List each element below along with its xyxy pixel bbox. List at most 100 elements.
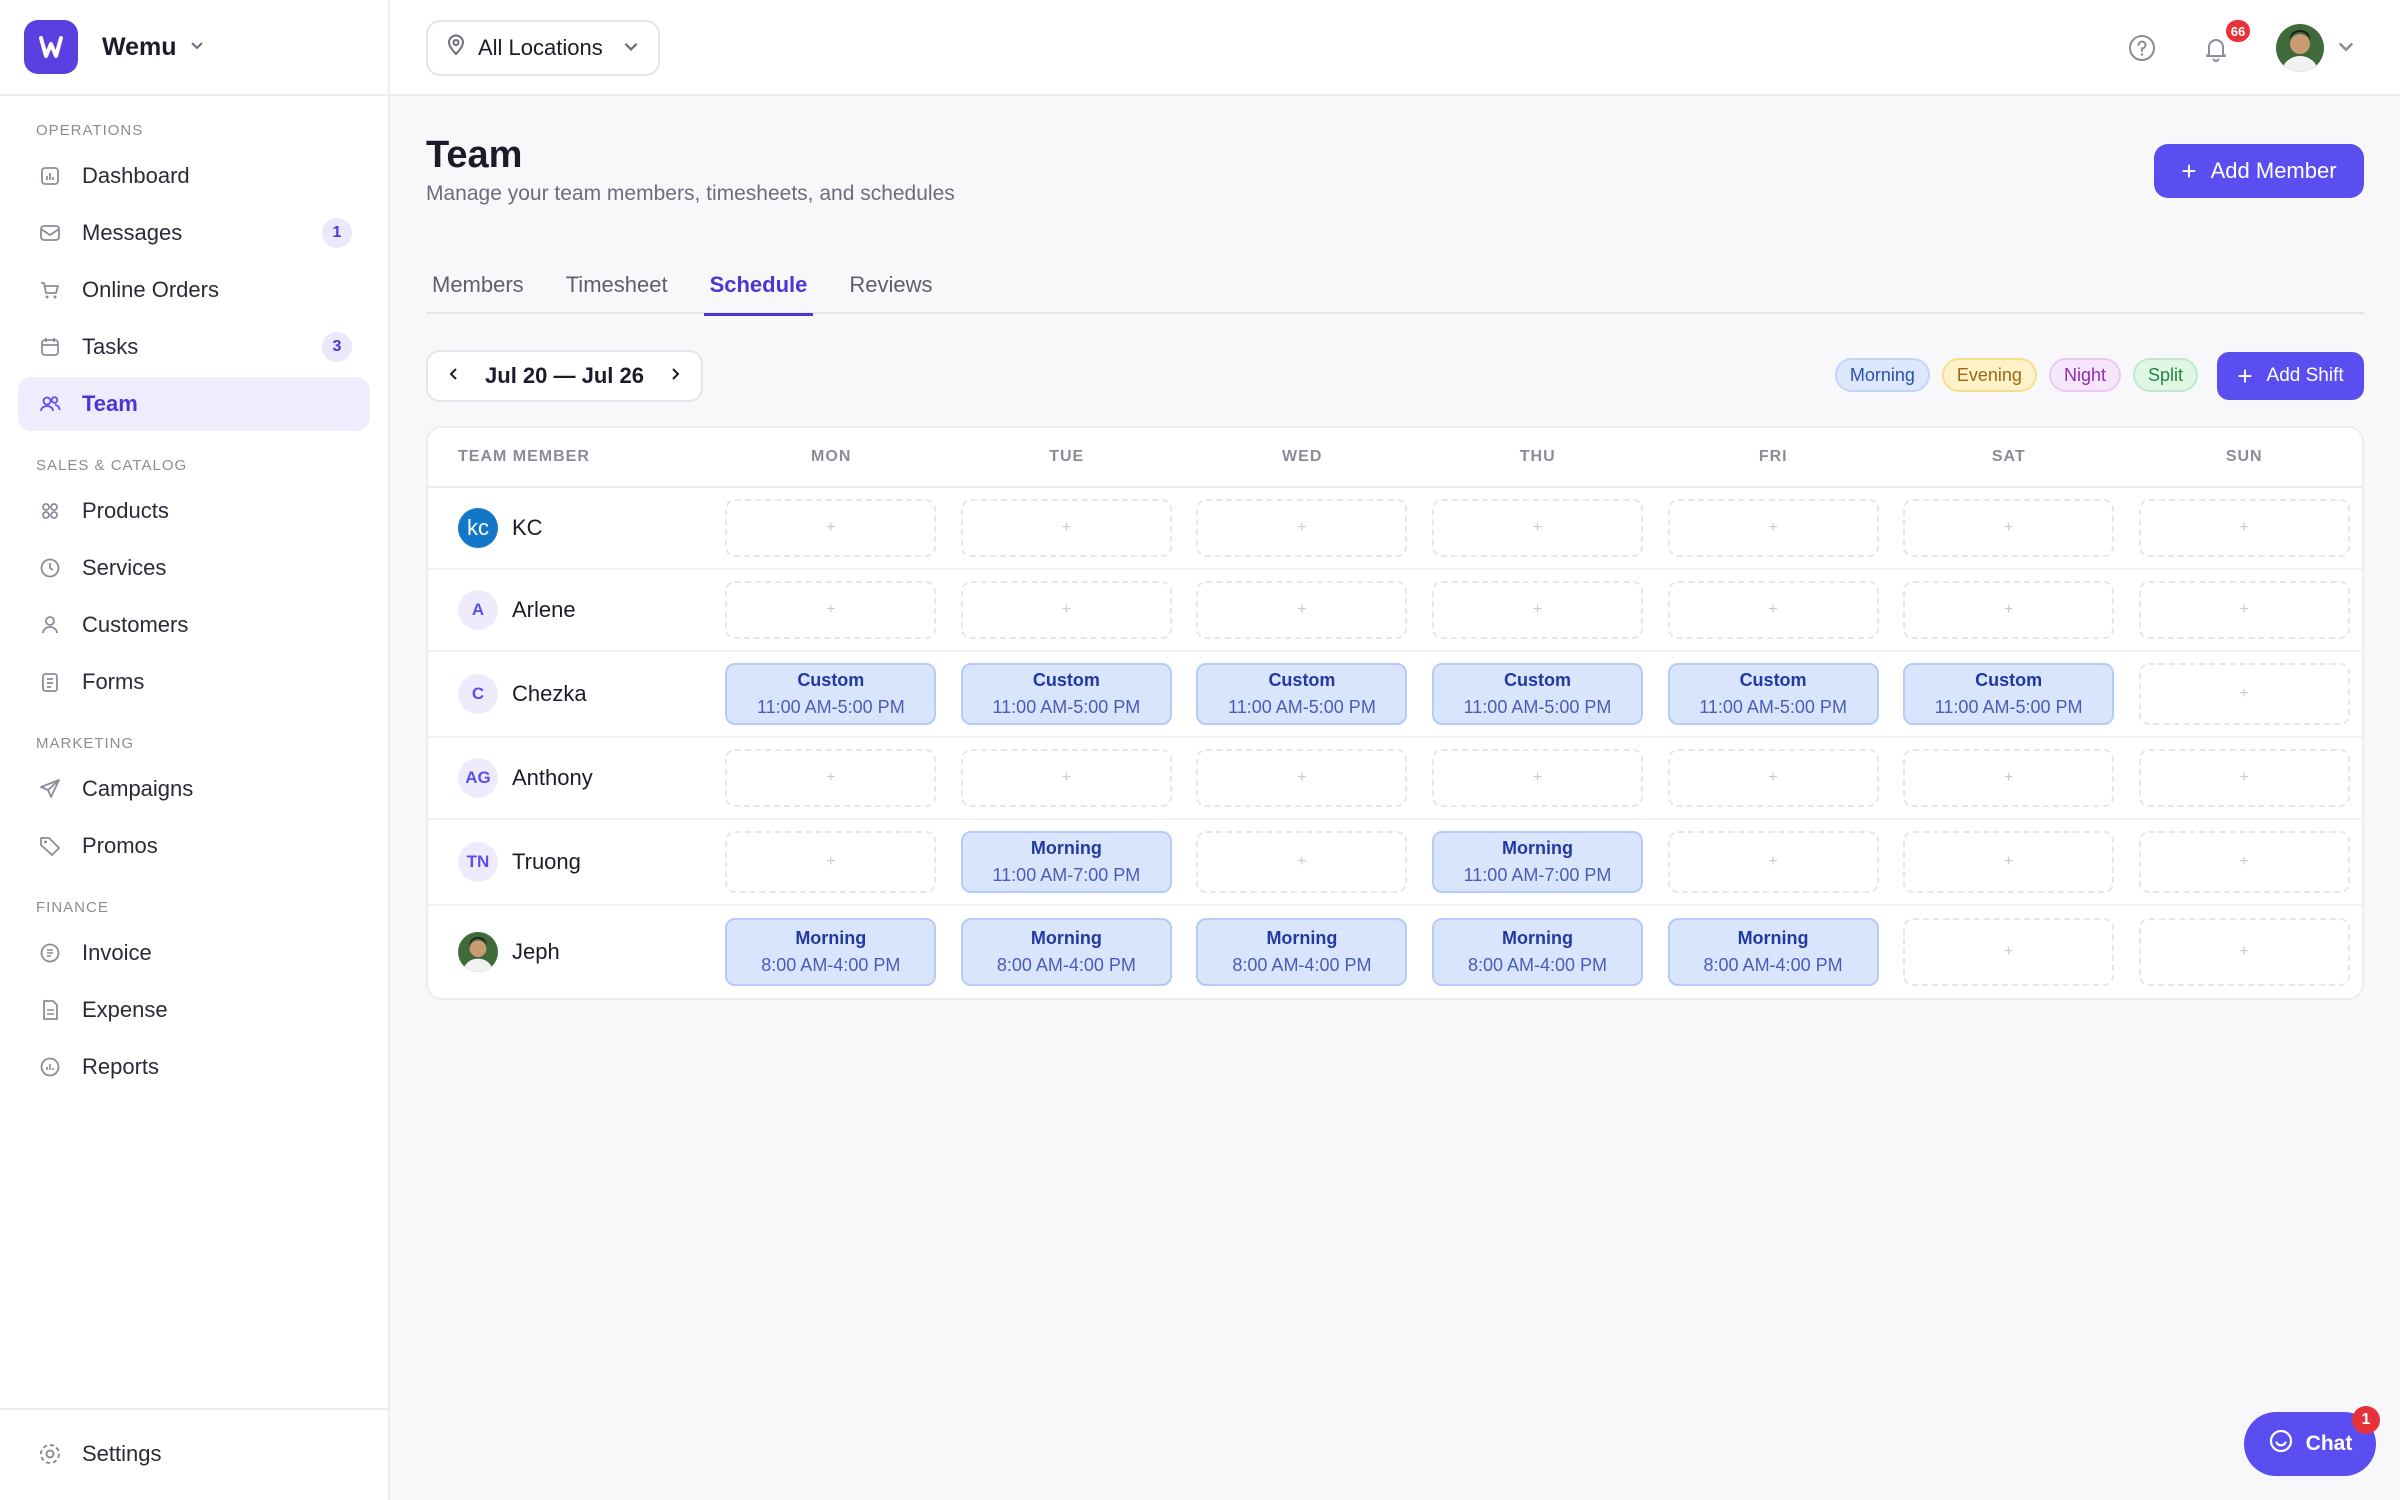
- tab-bar: Members Timesheet Schedule Reviews: [426, 256, 2364, 316]
- team-member-cell: A Arlene: [428, 590, 713, 630]
- sidebar-item-campaigns[interactable]: Campaigns: [18, 762, 370, 816]
- empty-shift-cell[interactable]: +: [1196, 581, 1408, 639]
- shift-cell[interactable]: Morning 8:00 AM-4:00 PM: [725, 918, 937, 986]
- sidebar-item-label: Invoice: [82, 940, 152, 965]
- shift-type: Custom: [1739, 670, 1807, 690]
- avatar: C: [458, 674, 498, 714]
- shift-cell[interactable]: Custom 11:00 AM-5:00 PM: [1667, 663, 1879, 725]
- sidebar-item-dashboard[interactable]: Dashboard: [18, 149, 370, 203]
- sidebar-item-label: Team: [82, 391, 138, 416]
- shift-cell[interactable]: Custom 11:00 AM-5:00 PM: [960, 663, 1172, 725]
- shift-type: Morning: [1737, 928, 1809, 948]
- shift-cell[interactable]: Morning 11:00 AM-7:00 PM: [960, 831, 1172, 893]
- sidebar-item-label: Forms: [82, 669, 145, 694]
- empty-shift-cell[interactable]: +: [1667, 831, 1879, 893]
- sidebar-item-promos[interactable]: Promos: [18, 819, 370, 873]
- sidebar-item-label: Customers: [82, 612, 189, 637]
- tab-schedule[interactable]: Schedule: [703, 256, 814, 316]
- empty-shift-cell[interactable]: +: [1667, 749, 1879, 807]
- empty-shift-cell[interactable]: +: [1432, 749, 1643, 807]
- empty-shift-cell[interactable]: +: [1196, 831, 1408, 893]
- sidebar-item-team[interactable]: Team: [18, 377, 370, 431]
- team-member-cell: kc KC: [428, 508, 713, 548]
- shift-cell[interactable]: Morning 8:00 AM-4:00 PM: [1667, 918, 1879, 986]
- empty-shift-cell[interactable]: +: [960, 581, 1172, 639]
- sidebar-item-customers[interactable]: Customers: [18, 598, 370, 652]
- sidebar-item-label: Products: [82, 498, 169, 523]
- shift-cell[interactable]: Custom 11:00 AM-5:00 PM: [725, 663, 937, 725]
- add-member-button[interactable]: + Add Member: [2154, 144, 2364, 198]
- empty-shift-cell[interactable]: +: [2138, 663, 2350, 725]
- shift-cell[interactable]: Morning 8:00 AM-4:00 PM: [960, 918, 1172, 986]
- empty-shift-cell[interactable]: +: [2138, 918, 2350, 986]
- empty-shift-cell[interactable]: +: [1903, 831, 2115, 893]
- empty-shift-cell[interactable]: +: [1196, 749, 1408, 807]
- empty-shift-cell[interactable]: +: [725, 831, 937, 893]
- plus-icon: +: [1768, 769, 1778, 786]
- empty-shift-cell[interactable]: +: [1432, 581, 1643, 639]
- chevron-down-icon[interactable]: [2336, 36, 2356, 61]
- location-select[interactable]: All Locations: [426, 20, 660, 76]
- plus-icon: +: [1297, 519, 1307, 536]
- empty-shift-cell[interactable]: +: [1903, 749, 2115, 807]
- sidebar-item-forms[interactable]: Forms: [18, 655, 370, 709]
- shift-time: 11:00 AM-5:00 PM: [1699, 697, 1847, 717]
- shift-time: 8:00 AM-4:00 PM: [1703, 955, 1843, 975]
- empty-shift-cell[interactable]: +: [1667, 499, 1879, 557]
- sidebar-item-online-orders[interactable]: Online Orders: [18, 263, 370, 317]
- shift-cell[interactable]: Custom 11:00 AM-5:00 PM: [1432, 663, 1643, 725]
- chevron-right-icon[interactable]: [667, 363, 683, 389]
- empty-shift-cell[interactable]: +: [1432, 499, 1643, 557]
- help-icon[interactable]: [2122, 28, 2162, 68]
- shift-cell[interactable]: Morning 8:00 AM-4:00 PM: [1432, 918, 1643, 986]
- empty-shift-cell[interactable]: +: [2138, 749, 2350, 807]
- empty-shift-cell[interactable]: +: [725, 499, 937, 557]
- schedule-row: kc KC + + + + + + +: [428, 488, 2362, 570]
- chat-button[interactable]: Chat 1: [2244, 1406, 2380, 1476]
- bell-icon[interactable]: 66: [2196, 20, 2250, 68]
- sidebar-item-expense[interactable]: Expense: [18, 983, 370, 1037]
- tab-members[interactable]: Members: [426, 256, 530, 314]
- chevron-left-icon[interactable]: [446, 363, 462, 389]
- shift-cell[interactable]: Custom 11:00 AM-5:00 PM: [1903, 663, 2115, 725]
- shift-cell[interactable]: Morning 8:00 AM-4:00 PM: [1196, 918, 1408, 986]
- empty-shift-cell[interactable]: +: [1903, 499, 2115, 557]
- schedule-row: TN Truong + Morning 11:00 AM-7:00 PM + Morning…: [428, 820, 2362, 906]
- sidebar-item-tasks[interactable]: Tasks 3: [18, 320, 370, 374]
- expense-icon: [36, 996, 64, 1024]
- member-name: KC: [512, 515, 543, 540]
- user-avatar[interactable]: [2276, 24, 2324, 72]
- member-name: Arlene: [512, 597, 576, 622]
- empty-shift-cell[interactable]: +: [2138, 831, 2350, 893]
- sidebar-item-settings[interactable]: Settings: [18, 1427, 370, 1481]
- sidebar-item-reports[interactable]: Reports: [18, 1040, 370, 1094]
- plus-icon: +: [1061, 769, 1072, 786]
- sidebar-item-services[interactable]: Services: [18, 541, 370, 595]
- sidebar-item-label: Tasks: [82, 334, 139, 359]
- empty-shift-cell[interactable]: +: [2138, 581, 2350, 639]
- empty-shift-cell[interactable]: +: [725, 749, 937, 807]
- empty-shift-cell[interactable]: +: [1196, 499, 1408, 557]
- tab-timesheet[interactable]: Timesheet: [560, 256, 674, 314]
- empty-shift-cell[interactable]: +: [1903, 581, 2115, 639]
- sidebar-item-products[interactable]: Products: [18, 484, 370, 538]
- shift-legend: Morning Evening Night Split: [1834, 358, 2198, 392]
- shift-type: Morning: [1030, 838, 1102, 858]
- shift-cell[interactable]: Custom 11:00 AM-5:00 PM: [1196, 663, 1408, 725]
- empty-shift-cell[interactable]: +: [725, 581, 937, 639]
- empty-shift-cell[interactable]: +: [1903, 918, 2115, 986]
- avatar: [458, 932, 498, 972]
- sidebar-item-invoice[interactable]: Invoice: [18, 926, 370, 980]
- tab-reviews[interactable]: Reviews: [843, 256, 938, 314]
- shift-cell[interactable]: Morning 11:00 AM-7:00 PM: [1432, 831, 1643, 893]
- sidebar-item-messages[interactable]: Messages 1: [18, 206, 370, 260]
- team-member-cell: TN Truong: [428, 842, 713, 882]
- empty-shift-cell[interactable]: +: [1667, 581, 1879, 639]
- empty-shift-cell[interactable]: +: [960, 499, 1172, 557]
- calendar-icon: [36, 333, 64, 361]
- brand-switcher[interactable]: Wemu: [0, 0, 388, 96]
- empty-shift-cell[interactable]: +: [2138, 499, 2350, 557]
- empty-shift-cell[interactable]: +: [960, 749, 1172, 807]
- plus-icon: +: [1297, 769, 1307, 786]
- add-shift-button[interactable]: + Add Shift: [2217, 352, 2364, 400]
